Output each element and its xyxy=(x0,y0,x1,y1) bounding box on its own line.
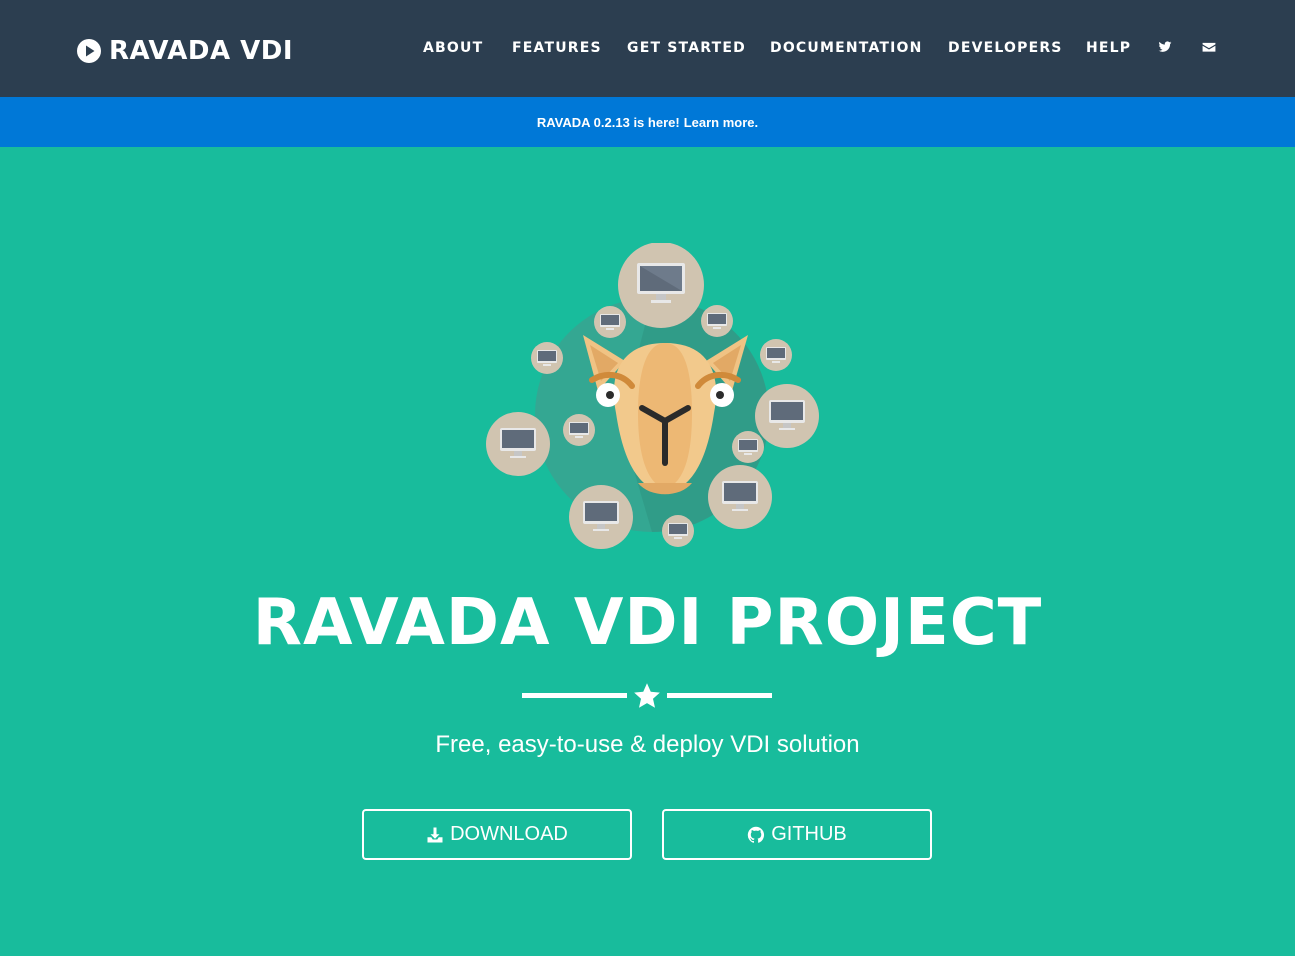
nav-item-features[interactable]: FEATURES xyxy=(512,40,602,56)
star-icon xyxy=(632,681,662,711)
nav-item-help[interactable]: HELP xyxy=(1086,40,1131,56)
navbar: RAVADA VDI ABOUT FEATURES GET STARTED DO… xyxy=(0,0,1295,97)
play-circle-icon xyxy=(77,39,101,63)
download-label: DOWNLOAD xyxy=(450,823,568,845)
nav-item-documentation[interactable]: DOCUMENTATION xyxy=(770,40,923,56)
github-label: GITHUB xyxy=(771,823,847,845)
hero-subtitle: Free, easy-to-use & deploy VDI solution xyxy=(435,731,860,758)
announcement-text: RAVADA 0.2.13 is here! xyxy=(536,114,680,130)
star-divider xyxy=(522,681,772,711)
envelope-icon xyxy=(1202,40,1216,54)
download-button[interactable]: DOWNLOAD xyxy=(362,809,632,860)
download-icon xyxy=(426,826,444,844)
nav-item-developers[interactable]: DEVELOPERS xyxy=(948,40,1063,56)
brand-link[interactable]: RAVADA VDI xyxy=(77,36,293,66)
twitter-icon xyxy=(1158,40,1172,54)
learn-more-link[interactable]: Learn more. xyxy=(684,115,758,130)
divider-line-right xyxy=(667,693,772,698)
hero-title: RAVADA VDI PROJECT xyxy=(252,586,1043,660)
hero-section: RAVADA VDI PROJECT Free, easy-to-use & d… xyxy=(0,147,1295,956)
divider-line-left xyxy=(522,693,627,698)
announcement-bar: RAVADA 0.2.13 is here! Learn more. xyxy=(0,97,1295,147)
nav-item-get-started[interactable]: GET STARTED xyxy=(627,40,746,56)
twitter-link[interactable] xyxy=(1158,40,1172,58)
email-link[interactable] xyxy=(1202,40,1216,58)
brand-name: RAVADA VDI xyxy=(109,36,293,66)
ravada-camel-logo xyxy=(480,242,820,558)
github-button[interactable]: GITHUB xyxy=(662,809,932,860)
nav-item-about[interactable]: ABOUT xyxy=(423,40,483,56)
github-icon xyxy=(747,826,765,844)
